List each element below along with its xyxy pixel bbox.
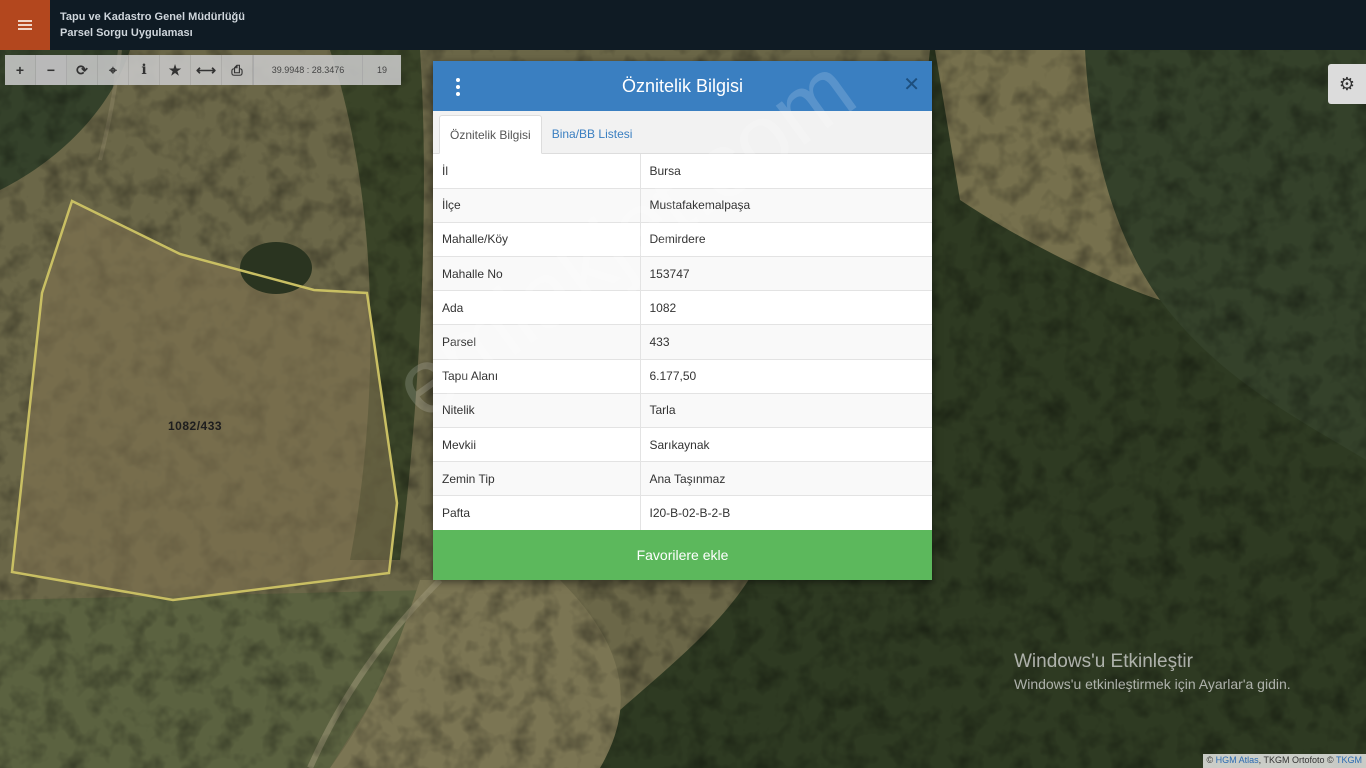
attribute-value: Bursa	[640, 154, 932, 189]
app-title: Tapu ve Kadastro Genel Müdürlüğü Parsel …	[60, 9, 245, 41]
attribute-value: Mustafakemalpaşa	[640, 188, 932, 223]
app-title-line2: Parsel Sorgu Uygulaması	[60, 27, 193, 39]
tab-building-list[interactable]: Bina/BB Listesi	[542, 114, 643, 153]
table-row: Nitelik Tarla	[433, 393, 932, 429]
table-row: Zemin Tip Ana Taşınmaz	[433, 461, 932, 497]
attribute-key: Mahalle/Köy	[433, 222, 641, 258]
attribute-key: Zemin Tip	[433, 461, 641, 497]
attribute-value: I20-B-02-B-2-B	[640, 495, 932, 531]
windows-activation-notice: Windows'u Etkinleştir Windows'u etkinleş…	[1014, 651, 1291, 692]
attribute-key: Mahalle No	[433, 256, 641, 292]
attribute-key: Ada	[433, 290, 641, 326]
measure-icon[interactable]: ⟷	[191, 55, 222, 85]
kebab-menu-icon[interactable]	[453, 77, 463, 97]
attribute-value: Sarıkaynak	[640, 427, 932, 463]
attribute-table: İl Bursa İlçe Mustafakemalpaşa Mahalle/Köy De…	[433, 154, 932, 531]
zoom-level: 19	[376, 65, 387, 75]
attribute-value: 153747	[640, 256, 932, 292]
table-row: Mahalle/Köy Demirdere	[433, 222, 932, 258]
dialog-header: Öznitelik Bilgisi ✕	[433, 61, 932, 111]
dialog-title: Öznitelik Bilgisi	[621, 75, 744, 96]
attribute-key: İl	[433, 154, 641, 189]
attribute-value: Tarla	[640, 393, 932, 429]
attribution-middle: , TKGM Ortofoto ©	[1258, 755, 1334, 765]
hgm-atlas-link[interactable]: HGM Atlas	[1216, 755, 1259, 765]
table-row: Tapu Alanı 6.177,50	[433, 359, 932, 394]
attribute-key: İlçe	[433, 188, 641, 223]
attribute-key: Pafta	[433, 495, 641, 531]
map-toolbar: + − ⟳ ⌖ i ★ ⟷ ⎙ 39.9948 : 28.3476 19	[5, 55, 401, 85]
table-row: İlçe Mustafakemalpaşa	[433, 188, 932, 223]
activation-subtitle: Windows'u etkinleştirmek için Ayarlar'a …	[1014, 676, 1291, 692]
table-row: Mevkii Sarıkaynak	[433, 427, 932, 463]
print-icon[interactable]: ⎙	[222, 55, 253, 85]
tab-attributes[interactable]: Öznitelik Bilgisi	[439, 115, 542, 154]
table-row: Parsel 433	[433, 324, 932, 360]
locate-icon[interactable]: ⌖	[98, 55, 129, 85]
attribute-value: Demirdere	[640, 222, 932, 258]
table-row: Pafta I20-B-02-B-2-B	[433, 495, 932, 531]
attribute-dialog: Öznitelik Bilgisi ✕ Öznitelik Bilgisi Bi…	[433, 61, 932, 580]
attribute-value: 1082	[640, 290, 932, 326]
app-header: Tapu ve Kadastro Genel Müdürlüğü Parsel …	[0, 0, 1366, 50]
attribute-key: Tapu Alanı	[433, 359, 641, 394]
zoom-in-icon[interactable]: +	[5, 55, 36, 85]
attribute-key: Parsel	[433, 324, 641, 360]
attribution-prefix: ©	[1206, 755, 1214, 765]
activation-title: Windows'u Etkinleştir	[1014, 651, 1193, 672]
table-row: Mahalle No 153747	[433, 256, 932, 292]
app-title-line1: Tapu ve Kadastro Genel Müdürlüğü	[60, 11, 245, 23]
parcel-label: 1082/433	[168, 419, 223, 433]
info-icon[interactable]: i	[129, 55, 160, 85]
attribute-value: 6.177,50	[640, 359, 932, 394]
zoom-out-icon[interactable]: −	[36, 55, 67, 85]
refresh-icon[interactable]: ⟳	[67, 55, 98, 85]
hamburger-menu-icon[interactable]	[0, 0, 50, 50]
table-row: İl Bursa	[433, 154, 932, 189]
gear-icon[interactable]: ⚙	[1328, 64, 1366, 104]
attribute-key: Nitelik	[433, 393, 641, 429]
map-attribution: © HGM Atlas, TKGM Ortofoto © TKGM	[1202, 754, 1366, 768]
tkgm-link[interactable]: TKGM	[1336, 755, 1362, 765]
attribute-value: 433	[640, 324, 932, 360]
attribute-key: Mevkii	[433, 427, 641, 463]
close-icon[interactable]: ✕	[903, 74, 920, 96]
dialog-tabs: Öznitelik Bilgisi Bina/BB Listesi	[433, 111, 932, 154]
table-row: Ada 1082	[433, 290, 932, 326]
coordinate-readout: 39.9948 : 28.3476	[253, 55, 363, 85]
attribute-value: Ana Taşınmaz	[640, 461, 932, 497]
add-to-favorites-button[interactable]: Favorilere ekle	[433, 530, 932, 580]
star-icon[interactable]: ★	[160, 55, 191, 85]
